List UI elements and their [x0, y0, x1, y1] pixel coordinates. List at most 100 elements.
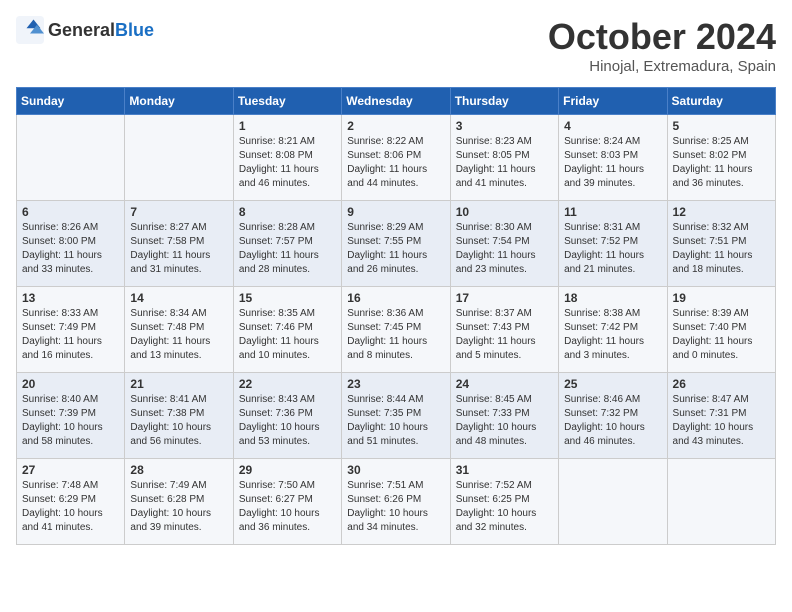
day-cell: 6 Sunrise: 8:26 AMSunset: 8:00 PMDaylight… — [17, 201, 125, 287]
day-number: 21 — [130, 377, 227, 391]
day-cell: 18 Sunrise: 8:38 AMSunset: 7:42 PMDayligh… — [559, 287, 667, 373]
day-info: Sunrise: 8:38 AMSunset: 7:42 PMDaylight:… — [564, 307, 661, 363]
day-number: 18 — [564, 291, 661, 305]
day-info: Sunrise: 8:32 AMSunset: 7:51 PMDaylight:… — [673, 221, 770, 277]
day-cell: 4Sunrise: 8:24 AMSunset: 8:03 PMDaylight… — [559, 115, 667, 201]
day-cell: 2 Sunrise: 8:22 AMSunset: 8:06 PMDaylight… — [342, 115, 450, 201]
day-cell: 24Sunrise: 8:45 AMSunset: 7:33 PMDayligh… — [450, 373, 558, 459]
header-wednesday: Wednesday — [342, 88, 450, 115]
day-info: Sunrise: 7:49 AMSunset: 6:28 PMDaylight:… — [130, 479, 227, 535]
week-row-1: 1 Sunrise: 8:21 AMSunset: 8:08 PMDaylight… — [17, 115, 776, 201]
day-info: Sunrise: 8:35 AMSunset: 7:46 PMDaylight:… — [239, 307, 336, 363]
day-info: Sunrise: 7:51 AMSunset: 6:26 PMDaylight:… — [347, 479, 444, 535]
day-info: Sunrise: 8:21 AMSunset: 8:08 PMDaylight:… — [239, 135, 336, 191]
day-info: Sunrise: 8:46 AMSunset: 7:32 PMDaylight:… — [564, 393, 661, 449]
logo-text: GeneralBlue — [48, 20, 154, 41]
day-number: 13 — [22, 291, 119, 305]
day-cell: 13 Sunrise: 8:33 AMSunset: 7:49 PMDayligh… — [17, 287, 125, 373]
month-title: October 2024 — [548, 16, 776, 58]
day-cell — [559, 459, 667, 545]
logo-general: General — [48, 20, 115, 40]
header-friday: Friday — [559, 88, 667, 115]
day-number: 19 — [673, 291, 770, 305]
day-number: 17 — [456, 291, 553, 305]
day-info: Sunrise: 8:33 AMSunset: 7:49 PMDaylight:… — [22, 307, 119, 363]
day-cell: 16Sunrise: 8:36 AMSunset: 7:45 PMDayligh… — [342, 287, 450, 373]
day-number: 15 — [239, 291, 336, 305]
week-row-3: 13 Sunrise: 8:33 AMSunset: 7:49 PMDayligh… — [17, 287, 776, 373]
day-info: Sunrise: 8:39 AMSunset: 7:40 PMDaylight:… — [673, 307, 770, 363]
day-info: Sunrise: 8:23 AMSunset: 8:05 PMDaylight:… — [456, 135, 553, 191]
day-number: 11 — [564, 205, 661, 219]
week-row-5: 27Sunrise: 7:48 AMSunset: 6:29 PMDayligh… — [17, 459, 776, 545]
day-info: Sunrise: 8:30 AMSunset: 7:54 PMDaylight:… — [456, 221, 553, 277]
day-info: Sunrise: 8:37 AMSunset: 7:43 PMDaylight:… — [456, 307, 553, 363]
logo-icon — [16, 16, 44, 44]
day-cell: 12 Sunrise: 8:32 AMSunset: 7:51 PMDayligh… — [667, 201, 775, 287]
day-info: Sunrise: 8:45 AMSunset: 7:33 PMDaylight:… — [456, 393, 553, 449]
day-cell: 17 Sunrise: 8:37 AMSunset: 7:43 PMDayligh… — [450, 287, 558, 373]
day-cell: 11 Sunrise: 8:31 AMSunset: 7:52 PMDayligh… — [559, 201, 667, 287]
day-info: Sunrise: 8:27 AMSunset: 7:58 PMDaylight:… — [130, 221, 227, 277]
day-cell: 8 Sunrise: 8:28 AMSunset: 7:57 PMDaylight… — [233, 201, 341, 287]
day-cell: 25 Sunrise: 8:46 AMSunset: 7:32 PMDayligh… — [559, 373, 667, 459]
calendar-table: SundayMondayTuesdayWednesdayThursdayFrid… — [16, 87, 776, 545]
day-info: Sunrise: 8:43 AMSunset: 7:36 PMDaylight:… — [239, 393, 336, 449]
day-info: Sunrise: 8:28 AMSunset: 7:57 PMDaylight:… — [239, 221, 336, 277]
day-cell: 3Sunrise: 8:23 AMSunset: 8:05 PMDaylight… — [450, 115, 558, 201]
day-cell: 21 Sunrise: 8:41 AMSunset: 7:38 PMDayligh… — [125, 373, 233, 459]
day-info: Sunrise: 8:26 AMSunset: 8:00 PMDaylight:… — [22, 221, 119, 277]
day-cell — [17, 115, 125, 201]
day-number: 27 — [22, 463, 119, 477]
day-number: 22 — [239, 377, 336, 391]
day-info: Sunrise: 8:34 AMSunset: 7:48 PMDaylight:… — [130, 307, 227, 363]
day-cell: 10Sunrise: 8:30 AMSunset: 7:54 PMDayligh… — [450, 201, 558, 287]
day-info: Sunrise: 8:22 AMSunset: 8:06 PMDaylight:… — [347, 135, 444, 191]
day-info: Sunrise: 8:44 AMSunset: 7:35 PMDaylight:… — [347, 393, 444, 449]
day-cell: 1 Sunrise: 8:21 AMSunset: 8:08 PMDaylight… — [233, 115, 341, 201]
day-cell: 19 Sunrise: 8:39 AMSunset: 7:40 PMDayligh… — [667, 287, 775, 373]
header-sunday: Sunday — [17, 88, 125, 115]
day-number: 5 — [673, 119, 770, 133]
day-cell: 27Sunrise: 7:48 AMSunset: 6:29 PMDayligh… — [17, 459, 125, 545]
day-info: Sunrise: 8:29 AMSunset: 7:55 PMDaylight:… — [347, 221, 444, 277]
day-number: 6 — [22, 205, 119, 219]
day-number: 30 — [347, 463, 444, 477]
day-info: Sunrise: 8:31 AMSunset: 7:52 PMDaylight:… — [564, 221, 661, 277]
day-number: 25 — [564, 377, 661, 391]
day-cell: 23 Sunrise: 8:44 AMSunset: 7:35 PMDayligh… — [342, 373, 450, 459]
day-number: 4 — [564, 119, 661, 133]
location-subtitle: Hinojal, Extremadura, Spain — [548, 58, 776, 75]
day-cell: 29Sunrise: 7:50 AMSunset: 6:27 PMDayligh… — [233, 459, 341, 545]
day-info: Sunrise: 8:25 AMSunset: 8:02 PMDaylight:… — [673, 135, 770, 191]
day-number: 7 — [130, 205, 227, 219]
header-saturday: Saturday — [667, 88, 775, 115]
day-number: 20 — [22, 377, 119, 391]
header-monday: Monday — [125, 88, 233, 115]
day-number: 2 — [347, 119, 444, 133]
day-number: 1 — [239, 119, 336, 133]
day-info: Sunrise: 8:41 AMSunset: 7:38 PMDaylight:… — [130, 393, 227, 449]
title-area: October 2024 Hinojal, Extremadura, Spain — [548, 16, 776, 75]
page-header: GeneralBlue October 2024 Hinojal, Extrem… — [16, 16, 776, 75]
day-number: 12 — [673, 205, 770, 219]
day-number: 8 — [239, 205, 336, 219]
week-row-2: 6 Sunrise: 8:26 AMSunset: 8:00 PMDaylight… — [17, 201, 776, 287]
day-info: Sunrise: 8:47 AMSunset: 7:31 PMDaylight:… — [673, 393, 770, 449]
day-number: 23 — [347, 377, 444, 391]
day-info: Sunrise: 7:52 AMSunset: 6:25 PMDaylight:… — [456, 479, 553, 535]
logo: GeneralBlue — [16, 16, 154, 44]
day-cell: 26 Sunrise: 8:47 AMSunset: 7:31 PMDayligh… — [667, 373, 775, 459]
day-info: Sunrise: 8:40 AMSunset: 7:39 PMDaylight:… — [22, 393, 119, 449]
day-cell: 20 Sunrise: 8:40 AMSunset: 7:39 PMDayligh… — [17, 373, 125, 459]
header-tuesday: Tuesday — [233, 88, 341, 115]
day-number: 28 — [130, 463, 227, 477]
day-number: 26 — [673, 377, 770, 391]
header-thursday: Thursday — [450, 88, 558, 115]
day-cell — [667, 459, 775, 545]
day-info: Sunrise: 7:50 AMSunset: 6:27 PMDaylight:… — [239, 479, 336, 535]
day-number: 9 — [347, 205, 444, 219]
day-number: 14 — [130, 291, 227, 305]
day-cell: 31Sunrise: 7:52 AMSunset: 6:25 PMDayligh… — [450, 459, 558, 545]
day-cell: 7 Sunrise: 8:27 AMSunset: 7:58 PMDaylight… — [125, 201, 233, 287]
